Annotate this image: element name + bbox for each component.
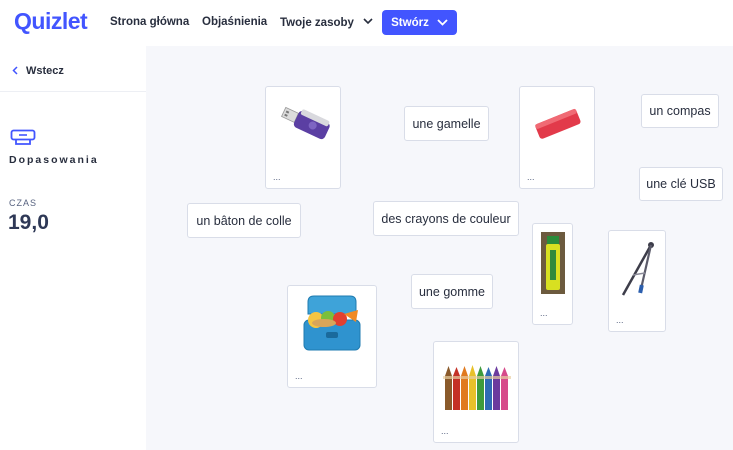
match-sidebar: Wstecz Dopasowania CZAS 19,0 <box>0 46 146 450</box>
word-card[interactable]: un compas <box>641 94 719 128</box>
match-mode-icon <box>10 129 36 151</box>
usb-stick-icon <box>281 106 330 140</box>
card-placeholder: ... <box>295 371 303 381</box>
compass-icon <box>621 242 654 296</box>
card-placeholder: ... <box>273 172 281 182</box>
word-card[interactable]: une clé USB <box>639 167 723 201</box>
chevron-left-icon <box>12 64 18 78</box>
word-card[interactable]: une gomme <box>411 274 493 309</box>
eraser-icon <box>535 108 581 139</box>
word-card[interactable]: une gamelle <box>404 106 489 141</box>
nav-resources-dropdown[interactable]: Twoje zasoby <box>280 16 373 29</box>
time-label: CZAS <box>9 198 38 208</box>
nav-home-link[interactable]: Strona główna <box>110 16 189 28</box>
image-card-usb[interactable]: ... <box>265 86 341 189</box>
divider <box>0 91 146 92</box>
word-card[interactable]: des crayons de couleur <box>373 201 519 236</box>
chevron-down-icon <box>437 19 448 26</box>
lunchbox-icon <box>303 295 361 351</box>
mode-title: Dopasowania <box>9 154 99 166</box>
match-board: une gamelle un compas une clé USB un bât… <box>146 46 733 450</box>
create-button-label: Stwórz <box>391 16 429 29</box>
back-button[interactable]: Wstecz <box>12 64 64 78</box>
card-placeholder: ... <box>540 308 548 318</box>
image-card-lunchbox[interactable]: ... <box>287 285 377 388</box>
quizlet-logo[interactable]: Quizlet <box>14 8 88 35</box>
word-card[interactable]: un bâton de colle <box>187 203 301 238</box>
back-label: Wstecz <box>26 65 64 77</box>
glue-stick-icon <box>541 232 565 294</box>
image-card-eraser[interactable]: ... <box>519 86 595 189</box>
card-placeholder: ... <box>441 426 449 436</box>
chevron-down-icon <box>363 16 373 28</box>
nav-explanations-link[interactable]: Objaśnienia <box>202 16 267 28</box>
nav-resources-label: Twoje zasoby <box>280 17 354 29</box>
colored-pencils-icon <box>443 365 511 410</box>
image-card-pencils[interactable]: ... <box>433 341 519 443</box>
top-navigation: Quizlet Strona główna Objaśnienia Twoje … <box>0 0 733 46</box>
card-placeholder: ... <box>527 172 535 182</box>
image-card-compass[interactable]: ... <box>608 230 666 332</box>
timer-value: 19,0 <box>8 211 49 234</box>
create-button[interactable]: Stwórz <box>382 10 457 35</box>
image-card-glue[interactable]: ... <box>532 223 573 325</box>
card-placeholder: ... <box>616 315 624 325</box>
